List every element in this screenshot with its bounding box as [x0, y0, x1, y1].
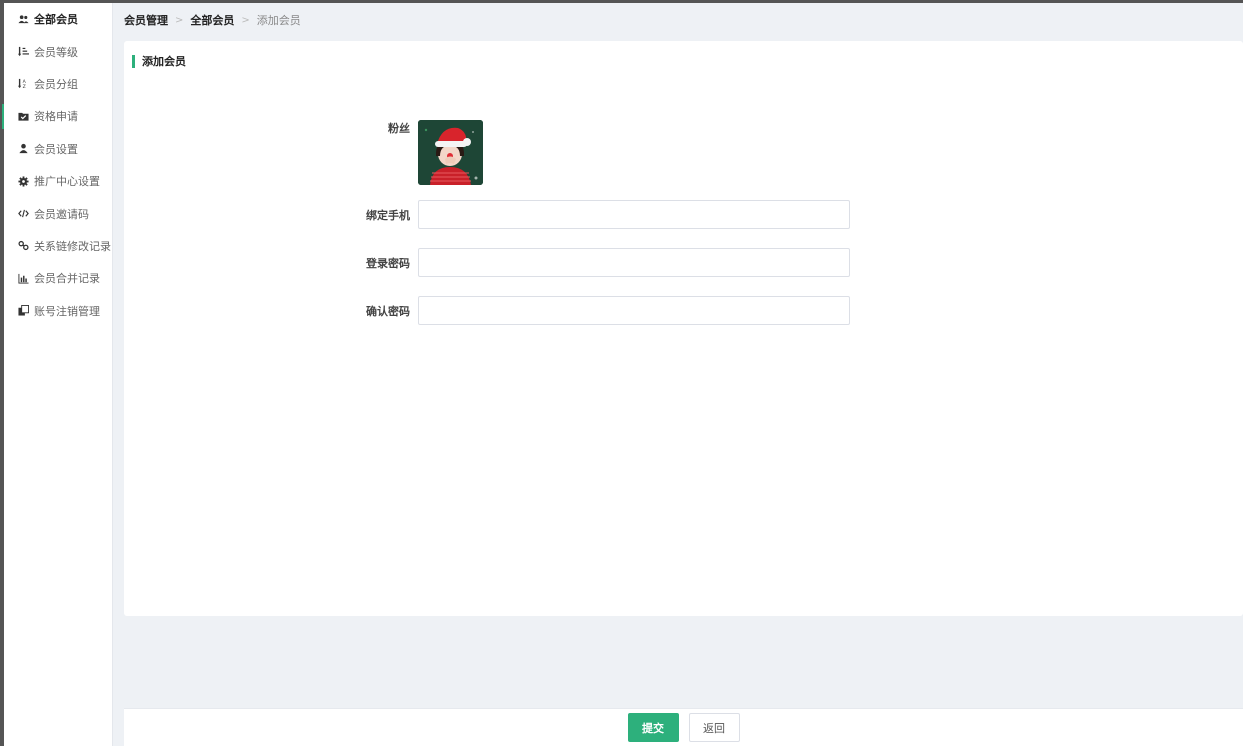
sidebar-item-promotion-settings[interactable]: 推广中心设置 — [4, 165, 112, 197]
confirm-password-input[interactable] — [418, 296, 850, 325]
breadcrumb-member-management[interactable]: 会员管理 — [124, 12, 168, 28]
back-button[interactable]: 返回 — [688, 713, 740, 742]
breadcrumb-separator: > — [241, 14, 250, 26]
card-title-text: 添加会员 — [142, 55, 186, 68]
phone-input[interactable] — [418, 200, 850, 229]
sidebar-item-member-group[interactable]: AZ 会员分组 — [4, 68, 112, 100]
sidebar-item-invite-code[interactable]: 会员邀请码 — [4, 197, 112, 229]
clone-icon — [17, 305, 29, 317]
sidebar-item-qualification[interactable]: 资格申请 — [2, 100, 112, 132]
sidebar-item-label: 推广中心设置 — [34, 175, 100, 189]
add-member-card: 添加会员 粉丝 绑定手机 登录密码 确认密码 — [124, 41, 1243, 616]
sidebar-item-label: 会员分组 — [34, 77, 78, 91]
sidebar-item-label: 会员邀请码 — [34, 207, 89, 221]
submit-button[interactable]: 提交 — [627, 713, 679, 742]
card-title: 添加会员 — [132, 54, 186, 68]
link-icon — [17, 240, 29, 252]
bar-chart-icon — [17, 272, 29, 284]
app-frame: 全部会员 会员等级 AZ 会员分组 资格申请 会员设置 推广中心设置 会员邀请码… — [0, 0, 1243, 746]
confirm-password-row: 确认密码 — [124, 296, 850, 325]
user-icon — [17, 143, 29, 155]
sort-amount-icon — [17, 46, 29, 58]
sidebar-item-member-settings[interactable]: 会员设置 — [4, 133, 112, 165]
breadcrumb-all-members[interactable]: 全部会员 — [190, 12, 234, 28]
password-input[interactable] — [418, 248, 850, 277]
gear-icon — [17, 175, 29, 187]
users-icon — [17, 13, 29, 25]
fans-row: 粉丝 — [124, 120, 483, 185]
sidebar-item-relation-log[interactable]: 关系链修改记录 — [4, 230, 112, 262]
phone-label: 绑定手机 — [366, 208, 410, 222]
password-row: 登录密码 — [124, 248, 850, 277]
sidebar-item-member-level[interactable]: 会员等级 — [4, 35, 112, 67]
sidebar-item-label: 全部会员 — [34, 13, 78, 27]
sidebar-item-label: 账号注销管理 — [34, 304, 100, 318]
sidebar-item-label: 会员设置 — [34, 142, 78, 156]
fan-avatar[interactable] — [418, 120, 483, 185]
window-top-edge — [0, 0, 1243, 3]
title-accent-bar — [132, 54, 135, 68]
breadcrumb: 会员管理 > 全部会员 > 添加会员 — [124, 12, 301, 28]
breadcrumb-separator: > — [175, 14, 184, 26]
sidebar-item-merge-log[interactable]: 会员合并记录 — [4, 262, 112, 294]
code-icon — [17, 208, 29, 220]
sidebar-item-label: 关系链修改记录 — [34, 239, 111, 253]
sidebar-item-label: 资格申请 — [34, 110, 78, 124]
sidebar: 全部会员 会员等级 AZ 会员分组 资格申请 会员设置 推广中心设置 会员邀请码… — [2, 3, 113, 746]
phone-row: 绑定手机 — [124, 200, 850, 229]
svg-text:A: A — [22, 80, 26, 86]
fans-label: 粉丝 — [388, 122, 410, 135]
svg-text:Z: Z — [22, 85, 25, 90]
confirm-password-label: 确认密码 — [366, 304, 410, 318]
password-label: 登录密码 — [366, 256, 410, 270]
folder-check-icon — [17, 110, 29, 122]
breadcrumb-add-member: 添加会员 — [256, 14, 301, 27]
sidebar-item-account-deletion[interactable]: 账号注销管理 — [4, 295, 112, 327]
form-footer: 提交 返回 — [124, 708, 1243, 746]
sort-alpha-icon: AZ — [17, 78, 29, 90]
sidebar-item-all-members[interactable]: 全部会员 — [4, 3, 112, 35]
sidebar-item-label: 会员等级 — [34, 45, 78, 59]
sidebar-item-label: 会员合并记录 — [34, 272, 100, 286]
